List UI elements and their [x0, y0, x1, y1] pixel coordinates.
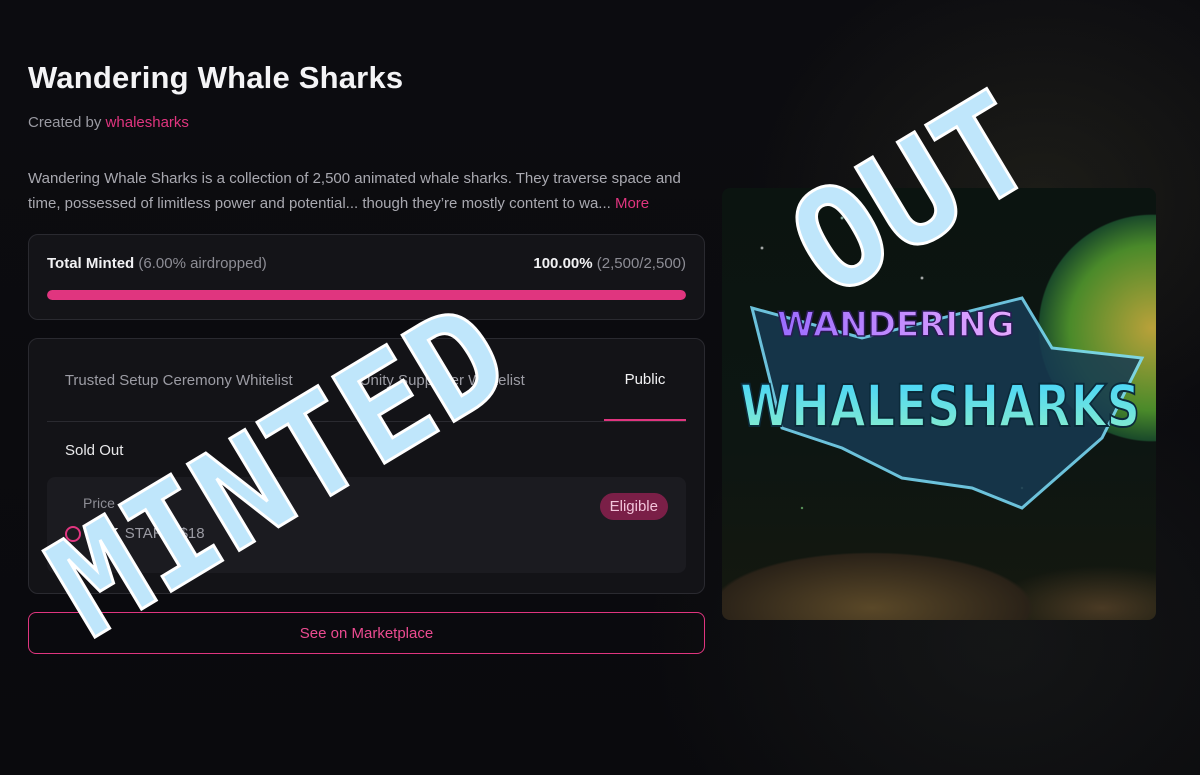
- price-box: Price 1.5K STARS $18 Eligible: [47, 477, 686, 573]
- more-link[interactable]: More: [615, 195, 649, 212]
- see-on-marketplace-button[interactable]: See on Marketplace: [28, 612, 705, 654]
- artwork-title-line2: WHALESHARKS: [740, 372, 1140, 440]
- artwork-title-line1: WANDERING: [777, 305, 1014, 345]
- collection-details: Wandering Whale Sharks Created by whales…: [28, 60, 705, 654]
- price-amount: 1.5K: [87, 525, 119, 542]
- mint-progress-fill: [47, 290, 686, 300]
- airdrop-note: (6.00% airdropped): [138, 255, 267, 272]
- collection-artwork: WANDERING WHALESHARKS: [722, 188, 1156, 620]
- artwork-logo: WANDERING WHALESHARKS: [739, 296, 1145, 510]
- eligible-badge: Eligible: [599, 493, 668, 520]
- phase-status: Sold Out: [65, 442, 124, 459]
- total-minted-card: Total Minted (6.00% airdropped) 100.00% …: [28, 234, 705, 320]
- price-label: Price: [83, 495, 115, 511]
- created-by-label: Created by: [28, 114, 102, 131]
- mint-progress-bar: [47, 290, 686, 300]
- creator-link[interactable]: whalesharks: [106, 114, 189, 131]
- collection-description: Wandering Whale Sharks is a collection o…: [28, 167, 700, 216]
- minted-percent: 100.00%: [533, 255, 593, 272]
- mint-phases-card: Trusted Setup Ceremony Whitelist Unity S…: [28, 338, 705, 594]
- price-usd: $18: [179, 525, 205, 542]
- mint-page: Wandering Whale Sharks Created by whales…: [0, 0, 1200, 775]
- description-text: Wandering Whale Sharks is a collection o…: [28, 170, 681, 212]
- price-value: 1.5K STARS $18: [65, 525, 668, 542]
- tab-unity-supporter-whitelist[interactable]: Unity Supporter Whitelist: [311, 339, 575, 421]
- total-minted-label: Total Minted: [47, 255, 135, 272]
- phase-tabs: Trusted Setup Ceremony Whitelist Unity S…: [47, 339, 686, 422]
- price-currency: STARS: [124, 525, 174, 542]
- stars-coin-icon: [65, 525, 81, 542]
- page-title: Wandering Whale Sharks: [28, 60, 404, 95]
- creator-line: Created by whalesharks: [28, 114, 705, 131]
- minted-count: (2,500/2,500): [596, 255, 686, 272]
- tab-public[interactable]: Public: [604, 339, 686, 421]
- tab-trusted-setup-whitelist[interactable]: Trusted Setup Ceremony Whitelist: [47, 339, 311, 421]
